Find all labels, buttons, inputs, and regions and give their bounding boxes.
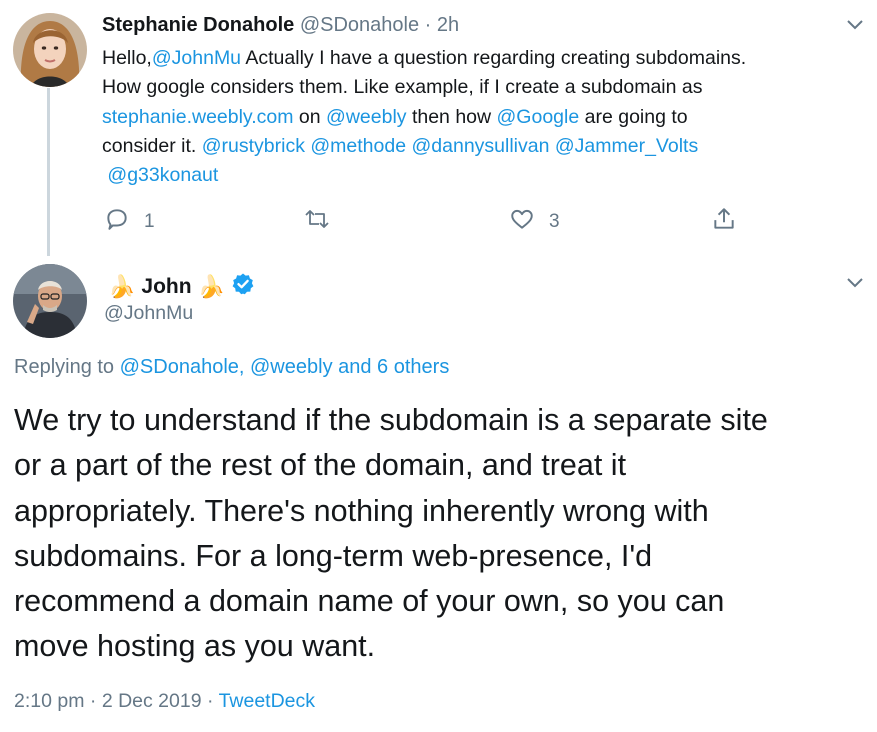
retweet-icon (302, 206, 332, 238)
tweet1-body-line: @g33konaut (102, 161, 842, 190)
tweet2-more-chevron-icon[interactable] (845, 276, 865, 290)
tweet-text: Actually I have a question regarding cre… (241, 47, 747, 69)
mention-link[interactable]: @rustybrick (202, 135, 305, 157)
tweet-text: Hello, (102, 47, 152, 69)
banana-icon: 🍌 (197, 274, 225, 299)
replying-to-links[interactable]: @SDonahole, @weebly and 6 others (120, 356, 450, 378)
replying-to-label: Replying to (14, 356, 120, 378)
tweet2-separator: · (206, 690, 214, 712)
verified-badge-icon (231, 272, 255, 302)
banana-icon: 🍌 (108, 274, 136, 299)
tweet1-body-line: Hello,@JohnMu Actually I have a question… (102, 44, 842, 73)
tweet1-more-chevron-icon[interactable] (845, 18, 865, 32)
tweet2-body-line: subdomains. For a long-term web-presence… (14, 538, 653, 573)
tweet2-body-line: move hosting as you want. (14, 629, 376, 664)
tweet2-body-line: recommend a domain name of your own, so … (14, 584, 725, 619)
tweet1-like-count: 3 (549, 211, 560, 232)
tweet2-body-line: appropriately. There's nothing inherentl… (14, 493, 709, 528)
tweet2-source[interactable]: TweetDeck (219, 690, 315, 712)
tweet1-retweet-button[interactable] (302, 206, 346, 238)
tweet1-author-name[interactable]: Stephanie Donahole (102, 14, 294, 36)
mention-link[interactable]: @JohnMu (152, 47, 241, 69)
tweet2-date[interactable]: 2 Dec 2019 (102, 690, 202, 712)
tweet1-body-line: stephanie.weebly.com on @weebly then how… (102, 103, 842, 132)
tweet2-body-line: We try to understand if the subdomain is… (14, 403, 768, 437)
tweet2-footer: 2:10 pm · 2 Dec 2019 · TweetDeck (14, 690, 315, 713)
tweet-text: on (293, 105, 327, 128)
tweet-text: How google considers them. Like example,… (102, 76, 703, 99)
tweet2-header[interactable]: 🍌 John 🍌 (108, 272, 255, 302)
tweet1-body: Hello,@JohnMu Actually I have a question… (102, 44, 842, 190)
mention-link[interactable]: @Jammer_Volts (555, 135, 698, 157)
tweet2-body-line: or a part of the rest of the domain, and… (14, 448, 627, 483)
mention-link[interactable]: @weebly (326, 106, 407, 128)
mention-link[interactable]: @Google (497, 106, 580, 128)
tweet1-separator: · (424, 14, 432, 36)
tweet-text: are going to (579, 105, 688, 128)
thread-connector-line (47, 88, 50, 256)
mention-link[interactable]: @methode (310, 135, 406, 157)
tweet1-timestamp[interactable]: 2h (437, 14, 459, 36)
tweet1-reply-count: 1 (144, 211, 155, 232)
mention-link[interactable]: @dannysullivan (411, 135, 549, 157)
tweet1-header: Stephanie Donahole @SDonahole · 2h (102, 14, 459, 37)
tweet2-time[interactable]: 2:10 pm (14, 690, 84, 712)
url-link[interactable]: stephanie.weebly.com (102, 106, 294, 128)
tweet-text: then how (406, 105, 497, 128)
replying-to-line: Replying to @SDonahole, @weebly and 6 ot… (14, 356, 449, 379)
reply-icon (104, 206, 130, 238)
tweet2-author-handle[interactable]: @JohnMu (104, 302, 193, 325)
tweet1-body-line: How google considers them. Like example,… (102, 73, 842, 102)
share-icon (711, 206, 737, 238)
tweet1-body-line: consider it. @rustybrick @methode @danny… (102, 132, 842, 161)
john-avatar[interactable] (13, 264, 87, 338)
tweet1-author-handle[interactable]: @SDonahole (300, 14, 419, 36)
tweet2-separator: · (89, 690, 97, 712)
tweet-text: consider it. (102, 134, 202, 157)
stephanie-avatar[interactable] (13, 13, 87, 87)
tweet2-author-name[interactable]: John (141, 275, 191, 299)
tweet1-share-button[interactable] (711, 206, 737, 238)
mention-link[interactable]: @g33konaut (107, 164, 218, 186)
tweet1-reply-button[interactable]: 1 (104, 206, 155, 238)
tweet2-body: We try to understand if the subdomain is… (14, 398, 874, 670)
heart-icon (509, 206, 535, 238)
tweet1-like-button[interactable]: 3 (509, 206, 560, 238)
